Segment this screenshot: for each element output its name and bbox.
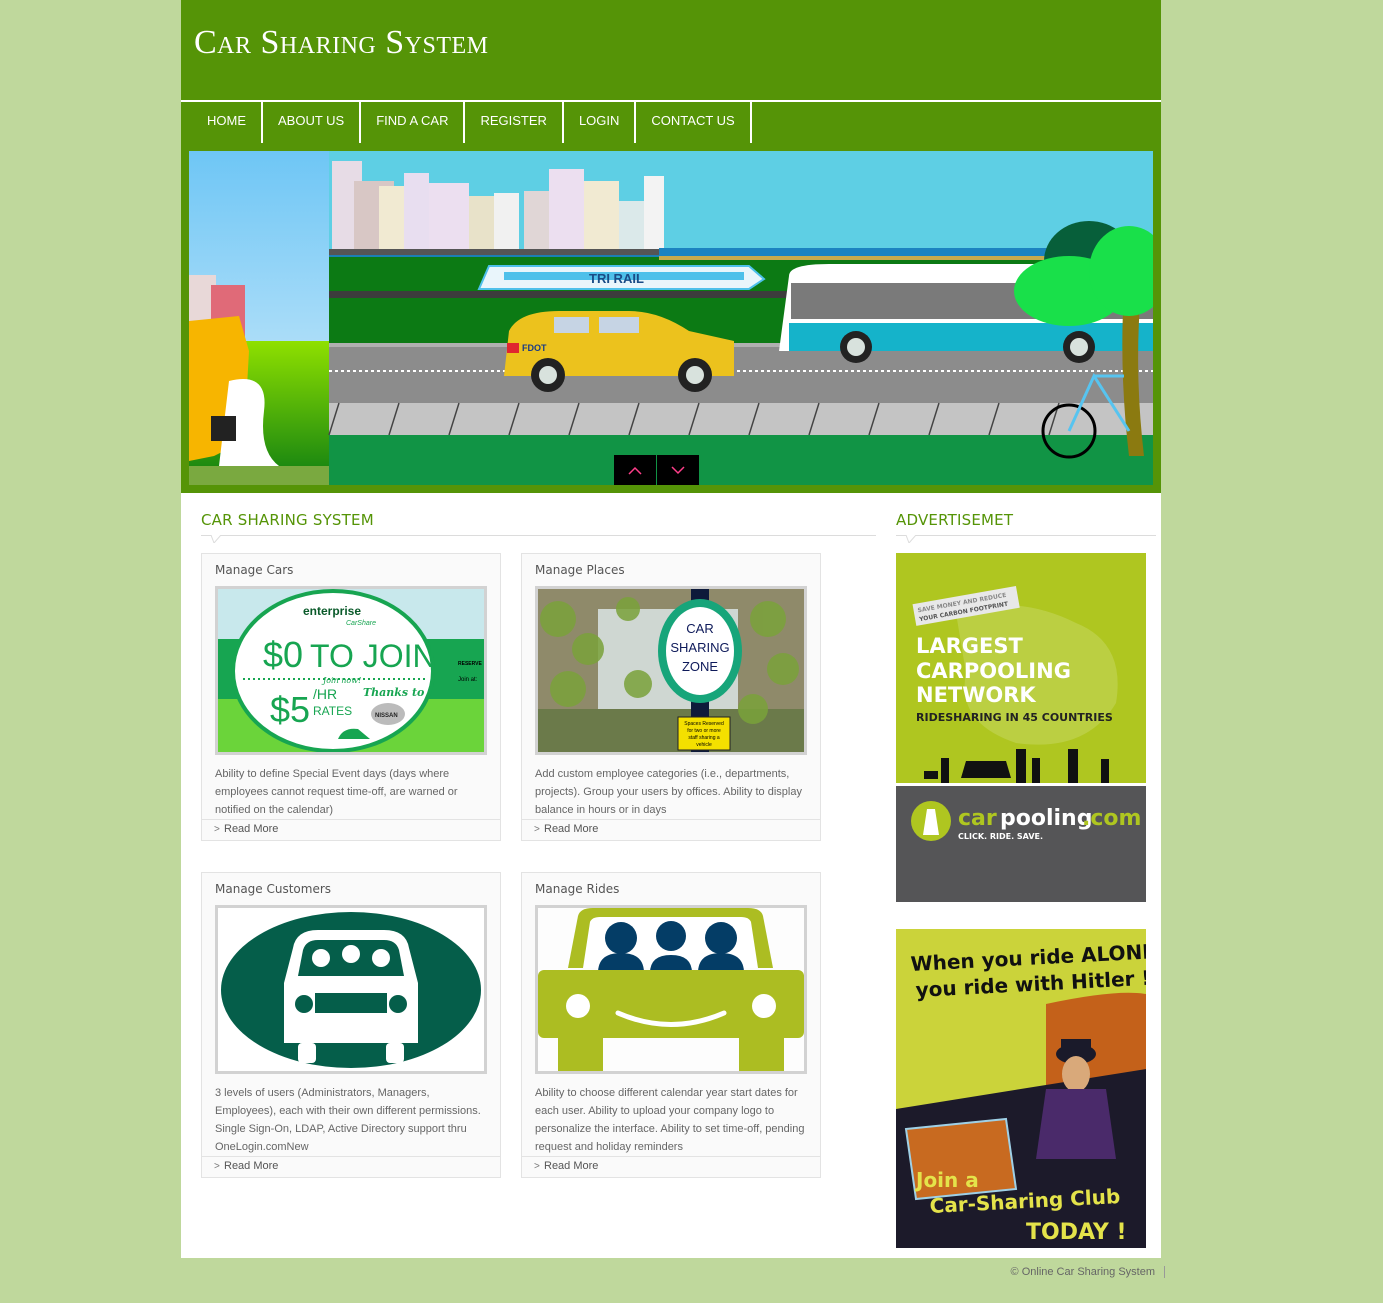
svg-text:RIDESHARING IN 45 COUNTRIES: RIDESHARING IN 45 COUNTRIES (916, 711, 1113, 724)
heading-notch-icon (211, 535, 221, 543)
banner-illustration: TRI RAIL FDOT (189, 151, 1153, 485)
svg-text:$0: $0 (263, 634, 303, 675)
feature-card-manage-places: Manage Places CAR SHARING ZONE Spaces Re… (521, 553, 821, 841)
svg-text:CAR: CAR (686, 621, 713, 636)
slider-prev-button[interactable] (614, 455, 656, 485)
svg-text:ZONE: ZONE (682, 659, 718, 674)
svg-text:CARPOOLING: CARPOOLING (916, 659, 1071, 683)
card-description: Add custom employee categories (i.e., de… (535, 768, 802, 816)
card-description: Ability to define Special Event days (da… (215, 768, 458, 816)
nav-home[interactable]: HOME (191, 102, 263, 143)
site-title[interactable]: Car Sharing System (194, 24, 489, 62)
card-title[interactable]: Manage Cars (202, 554, 500, 586)
nav-about-us[interactable]: ABOUT US (263, 102, 362, 143)
card-title[interactable]: Manage Places (522, 554, 820, 586)
card-title[interactable]: Manage Customers (202, 873, 500, 905)
svg-text:CLICK. RIDE. SAVE.: CLICK. RIDE. SAVE. (958, 832, 1043, 841)
card-image-carpool-icon[interactable] (215, 905, 487, 1074)
read-more-link[interactable]: > Read More (522, 819, 820, 840)
svg-text:vehicle: vehicle (696, 742, 712, 748)
chevron-down-icon (671, 465, 685, 474)
svg-text:Spaces Reserved: Spaces Reserved (684, 721, 724, 727)
svg-text:Join at:: Join at: (458, 677, 478, 683)
card-description: 3 levels of users (Administrators, Manag… (215, 1087, 481, 1153)
svg-text:SHARING: SHARING (670, 640, 729, 655)
chevron-up-icon (628, 466, 642, 475)
svg-text:TO JOIN: TO JOIN (310, 638, 436, 674)
heading-divider (201, 535, 876, 536)
svg-text:staff sharing a: staff sharing a (688, 735, 720, 741)
footer-copyright: © Online Car Sharing System (1010, 1266, 1155, 1278)
svg-text:car: car (958, 806, 997, 831)
read-more-link[interactable]: > Read More (202, 1156, 500, 1177)
svg-text:CarShare: CarShare (346, 620, 376, 627)
chevron-right-icon: > (534, 1161, 540, 1172)
section-heading: CAR SHARING SYSTEM (201, 511, 374, 529)
card-image-smiling-car[interactable] (535, 905, 807, 1074)
svg-text:RATES: RATES (313, 704, 352, 718)
card-image-car-sharing-zone[interactable]: CAR SHARING ZONE Spaces Reserved for two… (535, 586, 807, 755)
svg-text:LARGEST: LARGEST (916, 634, 1024, 658)
svg-text:Thanks to: Thanks to (363, 686, 424, 699)
svg-text:NETWORK: NETWORK (916, 683, 1036, 707)
main-content: CAR SHARING SYSTEM ADVERTISEMET Manage C… (181, 493, 1161, 1258)
read-more-link[interactable]: > Read More (522, 1156, 820, 1177)
svg-text:for two or more: for two or more (687, 728, 721, 734)
card-title[interactable]: Manage Rides (522, 873, 820, 905)
sidebar-heading-notch-icon (906, 535, 916, 543)
hero-slider: TRI RAIL FDOT (189, 151, 1153, 485)
ad-car-sharing-club-poster[interactable]: When you ride ALONE you ride with Hitler… (896, 929, 1146, 1248)
svg-text:Join now!: Join now! (321, 676, 361, 685)
svg-text:pooling: pooling (1000, 806, 1092, 831)
sidebar-heading-divider (896, 535, 1156, 536)
svg-text:Join a: Join a (914, 1168, 979, 1192)
chevron-right-icon: > (534, 824, 540, 835)
svg-text:enterprise: enterprise (303, 604, 361, 618)
slider-next-button[interactable] (657, 455, 699, 485)
feature-card-manage-rides: Manage Rides Ability to choose different… (521, 872, 821, 1178)
nav-contact-us[interactable]: CONTACT US (636, 102, 752, 143)
page-wrapper: Car Sharing System HOME ABOUT US FIND A … (181, 0, 1161, 1258)
ad-carpooling[interactable]: SAVE MONEY AND REDUCE YOUR CARBON FOOTPR… (896, 553, 1146, 902)
svg-text:TODAY !: TODAY ! (1026, 1220, 1127, 1245)
nav-login[interactable]: LOGIN (564, 102, 637, 143)
footer-separator (1164, 1266, 1165, 1278)
nav-find-a-car[interactable]: FIND A CAR (361, 102, 466, 143)
sidebar-heading: ADVERTISEMET (896, 511, 1014, 529)
svg-text:/HR: /HR (313, 686, 337, 702)
chevron-right-icon: > (214, 1161, 220, 1172)
svg-text:RESERVE: RESERVE (458, 661, 482, 667)
header: Car Sharing System HOME ABOUT US FIND A … (181, 0, 1161, 493)
feature-card-manage-cars: Manage Cars enterprise CarShare $0 TO JO… (201, 553, 501, 841)
feature-card-manage-customers: Manage Customers 3 levels of users (Admi… (201, 872, 501, 1178)
train-label: TRI RAIL (589, 271, 644, 286)
read-more-link[interactable]: > Read More (202, 819, 500, 840)
main-nav: HOME ABOUT US FIND A CAR REGISTER LOGIN … (191, 102, 752, 143)
card-image-enterprise-carshare[interactable]: enterprise CarShare $0 TO JOIN Join now!… (215, 586, 487, 755)
slider-controls (614, 455, 699, 485)
svg-text:.com: .com (1082, 806, 1141, 831)
svg-text:$5: $5 (270, 689, 310, 730)
card-description: Ability to choose different calendar yea… (535, 1087, 805, 1153)
chevron-right-icon: > (214, 824, 220, 835)
nav-register[interactable]: REGISTER (465, 102, 564, 143)
smiling-car-icon (538, 908, 804, 1071)
svg-text:NISSAN: NISSAN (375, 713, 398, 719)
carpool-car-icon (218, 908, 484, 1071)
taxi-label-fdot: FDOT (522, 343, 547, 353)
